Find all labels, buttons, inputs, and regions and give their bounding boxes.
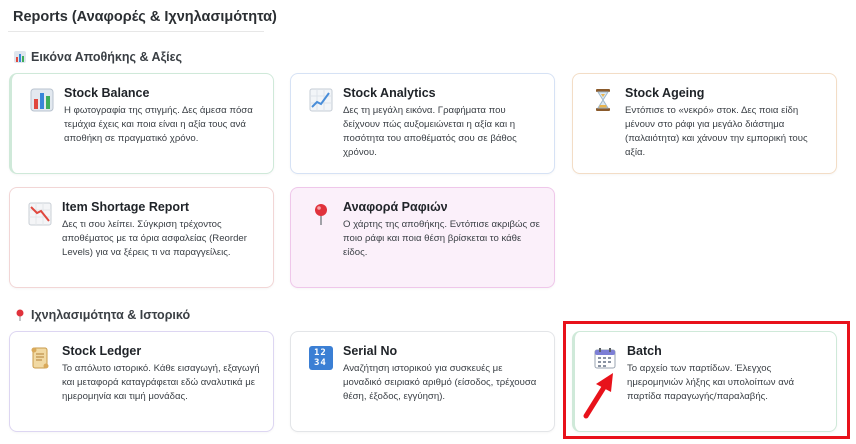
section-heading-stock-overview: Εικόνα Αποθήκης & Αξίες <box>14 50 182 64</box>
card-title: Item Shortage Report <box>62 200 190 214</box>
report-card-item-shortage[interactable]: Item Shortage Report Δες τι σου λείπει. … <box>9 187 274 288</box>
report-card-serial-no[interactable]: 1234 Serial No Αναζήτηση ιστορικού για σ… <box>290 331 555 432</box>
chart-increasing-icon <box>309 88 333 112</box>
round-pushpin-icon <box>309 202 333 226</box>
scroll-icon <box>28 346 52 370</box>
report-card-stock-ledger[interactable]: Stock Ledger Το απόλυτο ιστορικό. Κάθε ε… <box>9 331 274 432</box>
report-card-stock-ageing[interactable]: Stock Ageing Εντόπισε το «νεκρό» στοκ. Δ… <box>572 73 837 174</box>
section-heading-label: Ιχνηλασιμότητα & Ιστορικό <box>31 308 191 322</box>
card-title: Serial No <box>343 344 398 358</box>
report-card-stock-analytics[interactable]: Stock Analytics Δες τη μεγάλη εικόνα. Γρ… <box>290 73 555 174</box>
section-heading-label: Εικόνα Αποθήκης & Αξίες <box>31 50 183 64</box>
card-title: Stock Ledger <box>62 344 142 358</box>
card-description: Το απόλυτο ιστορικό. Κάθε εισαγωγή, εξαγ… <box>62 363 260 402</box>
report-card-shelf-report[interactable]: Αναφορά Ραφιών Ο χάρτης της αποθήκης. Εν… <box>290 187 555 288</box>
card-description: Η φωτογραφία της στιγμής. Δες άμεσα πόσα… <box>64 105 253 144</box>
chart-decreasing-icon <box>28 202 52 226</box>
hourglass-icon <box>591 88 615 112</box>
card-title: Stock Ageing <box>625 86 705 100</box>
report-card-stock-balance[interactable]: Stock Balance Η φωτογραφία της στιγμής. … <box>9 73 274 174</box>
pushpin-icon <box>14 309 26 321</box>
card-description: Αναζήτηση ιστορικού για συσκευές με μονα… <box>343 363 537 402</box>
card-description: Ο χάρτης της αποθήκης. Εντόπισε ακριβώς … <box>343 219 540 258</box>
bar-chart-icon <box>14 51 26 63</box>
page-title: Reports (Αναφορές & Ιχνηλασιμότητα) <box>13 9 277 25</box>
title-divider <box>8 31 264 32</box>
numbers-1234-icon: 1234 <box>309 346 333 370</box>
bar-chart-icon <box>30 88 54 112</box>
annotation-arrow-icon <box>583 373 613 419</box>
card-title: Stock Analytics <box>343 86 436 100</box>
card-description: Δες τη μεγάλη εικόνα. Γραφήματα που δείχ… <box>343 105 517 158</box>
card-title: Stock Balance <box>64 86 150 100</box>
card-title: Αναφορά Ραφιών <box>343 200 448 214</box>
card-description: Δες τι σου λείπει. Σύγκριση τρέχοντος απ… <box>62 219 247 258</box>
section-heading-traceability: Ιχνηλασιμότητα & Ιστορικό <box>14 308 190 322</box>
card-description: Εντόπισε το «νεκρό» στοκ. Δες ποια είδη … <box>625 105 808 158</box>
